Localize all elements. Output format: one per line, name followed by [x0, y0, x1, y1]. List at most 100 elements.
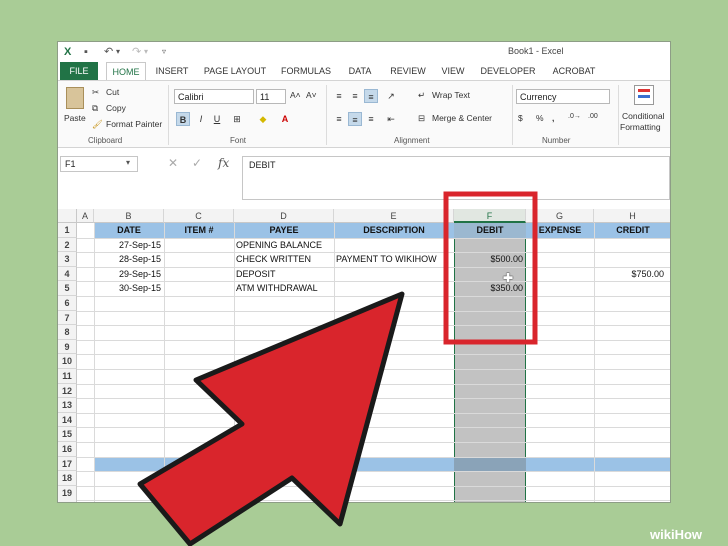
tab-data[interactable]: DATA [340, 62, 380, 80]
cell-payee[interactable]: ATM WITHDRAWAL [234, 281, 334, 296]
column-header-f[interactable]: F [454, 209, 526, 223]
merge-center-button[interactable]: Merge & Center [432, 113, 492, 123]
name-box-dropdown-icon[interactable]: ▾ [126, 158, 130, 167]
conditional-formatting-icon[interactable] [634, 85, 654, 105]
tab-home[interactable]: HOME [106, 62, 146, 80]
cell-date[interactable]: 30-Sep-15 [94, 281, 164, 296]
insert-function-icon[interactable]: fx [218, 156, 229, 170]
cell-date[interactable]: 27-Sep-15 [94, 238, 164, 253]
tab-review[interactable]: REVIEW [386, 62, 430, 80]
header-item[interactable]: ITEM # [164, 223, 234, 238]
tab-view[interactable]: VIEW [436, 62, 470, 80]
tab-developer[interactable]: DEVELOPER [476, 62, 540, 80]
tab-acrobat[interactable]: ACROBAT [546, 62, 602, 80]
redo-dropdown-icon[interactable]: ▾ [144, 45, 148, 59]
cell-payee[interactable]: CHECK WRITTEN [234, 252, 334, 267]
tab-page-layout[interactable]: PAGE LAYOUT [198, 62, 272, 80]
header-payee[interactable]: PAYEE [234, 223, 334, 238]
cell-credit[interactable]: $750.00 [594, 267, 670, 282]
row-header[interactable]: 16 [58, 442, 77, 457]
header-expense[interactable]: EXPENSE [526, 223, 594, 238]
wrap-text-button[interactable]: Wrap Text [432, 90, 470, 100]
accounting-format-button[interactable]: $ [518, 113, 523, 123]
increase-decimal-icon[interactable]: .0→ [568, 113, 581, 120]
undo-icon[interactable]: ↶ [104, 45, 113, 59]
copy-button[interactable]: Copy [106, 103, 126, 113]
customize-qat-icon[interactable]: ▿ [162, 45, 166, 59]
cell-debit[interactable]: $350.00 [454, 281, 526, 296]
borders-icon[interactable]: ⊞ [230, 112, 244, 126]
undo-dropdown-icon[interactable]: ▾ [116, 45, 120, 59]
align-top-icon[interactable]: ≡ [332, 89, 346, 103]
comma-format-button[interactable]: , [552, 113, 554, 123]
cut-button[interactable]: Cut [106, 87, 119, 97]
row-header[interactable]: 11 [58, 369, 77, 384]
paste-icon[interactable] [66, 87, 84, 109]
row-header[interactable]: 5 [58, 281, 77, 296]
header-credit[interactable]: CREDIT [594, 223, 670, 238]
column-header-b[interactable]: B [94, 209, 164, 223]
percent-format-button[interactable]: % [536, 113, 544, 123]
enter-icon[interactable]: ✓ [192, 156, 202, 170]
underline-button[interactable]: U [210, 112, 224, 126]
cell-description[interactable]: PAYMENT TO WIKIHOW [334, 252, 454, 267]
row-header[interactable]: 6 [58, 296, 77, 311]
font-color-icon[interactable]: A [278, 112, 292, 126]
select-all-corner[interactable] [58, 209, 77, 223]
cell-payee[interactable]: OPENING BALANCE [234, 238, 334, 253]
cell-debit[interactable]: $500.00 [454, 252, 526, 267]
row-header[interactable]: 9 [58, 339, 77, 355]
bold-button[interactable]: B [176, 112, 190, 126]
header-debit[interactable]: DEBIT [454, 223, 526, 238]
tab-insert[interactable]: INSERT [152, 62, 192, 80]
row-header[interactable]: 17 [58, 456, 77, 472]
conditional-formatting-button[interactable]: Conditional [622, 111, 665, 121]
column-header-a[interactable]: A [77, 209, 94, 223]
cell-payee[interactable]: DEPOSIT [234, 267, 334, 282]
align-left-icon[interactable]: ≡ [332, 112, 346, 126]
tab-formulas[interactable]: FORMULAS [278, 62, 334, 80]
format-painter-button[interactable]: Format Painter [106, 119, 162, 129]
paste-button[interactable]: Paste [64, 113, 86, 123]
cell-date[interactable]: 28-Sep-15 [94, 252, 164, 267]
align-bottom-icon[interactable]: ≡ [364, 89, 378, 103]
row-header[interactable]: 2 [58, 237, 77, 253]
row-header[interactable]: 12 [58, 383, 77, 399]
redo-icon[interactable]: ↷ [132, 45, 141, 59]
number-format-select[interactable]: Currency [516, 89, 610, 104]
row-header[interactable]: 7 [58, 310, 77, 326]
decrease-decimal-icon[interactable]: .00 [588, 113, 598, 120]
row-header[interactable]: 15 [58, 427, 77, 442]
save-icon[interactable]: ▪ [84, 45, 88, 59]
cell-date[interactable]: 29-Sep-15 [94, 267, 164, 282]
align-right-icon[interactable]: ≡ [364, 112, 378, 126]
italic-button[interactable]: I [194, 112, 208, 126]
indent-icon[interactable]: ⇤ [384, 112, 398, 126]
formula-input[interactable]: DEBIT [242, 156, 670, 200]
tab-file[interactable]: FILE [60, 62, 98, 80]
column-header-c[interactable]: C [164, 209, 234, 223]
column-header-d[interactable]: D [234, 209, 334, 223]
header-description[interactable]: DESCRIPTION [334, 223, 454, 238]
column-header-g[interactable]: G [526, 209, 594, 223]
worksheet-grid[interactable]: A B C D E F G H 1 2 3 4 5 6 7 8 9 10 11 [58, 209, 670, 502]
header-date[interactable]: DATE [94, 223, 164, 238]
row-header[interactable]: 19 [58, 485, 77, 502]
row-header[interactable]: 18 [58, 471, 77, 486]
row-header[interactable]: 1 [58, 223, 77, 238]
cancel-icon[interactable]: ✕ [168, 156, 178, 170]
align-middle-icon[interactable]: ≡ [348, 89, 362, 103]
row-header[interactable]: 14 [58, 412, 77, 428]
row-header[interactable]: 13 [58, 398, 77, 413]
column-header-h[interactable]: H [594, 209, 670, 223]
column-header-e[interactable]: E [334, 209, 454, 223]
fill-color-icon[interactable]: ◆ [256, 112, 270, 126]
row-header[interactable]: 8 [58, 325, 77, 340]
orientation-icon[interactable]: ↗ [384, 89, 398, 103]
shrink-font-icon[interactable]: A˅ [306, 90, 317, 100]
font-size-select[interactable]: 11 [256, 89, 286, 104]
align-center-icon[interactable]: ≡ [348, 112, 362, 126]
row-header[interactable]: 4 [58, 266, 77, 282]
font-name-select[interactable]: Calibri [174, 89, 254, 104]
grow-font-icon[interactable]: A˄ [290, 90, 301, 100]
